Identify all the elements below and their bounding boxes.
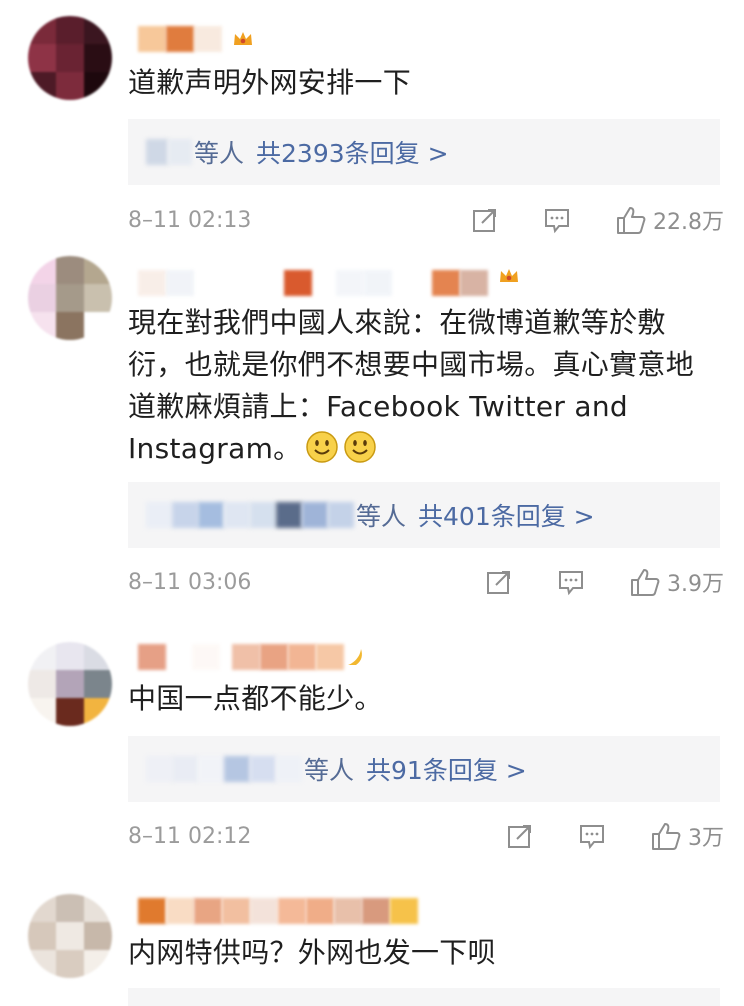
like-button[interactable]: 3.9万: [629, 566, 724, 598]
replier-names-blurred: [146, 754, 302, 784]
repost-button[interactable]: [506, 822, 534, 850]
reply-summary[interactable]: 等人 共2393条回复 >: [128, 119, 720, 185]
repost-icon: [508, 825, 531, 848]
username-blurred[interactable]: [138, 640, 366, 674]
comment-icon: [545, 209, 569, 234]
replier-names-blurred: [146, 500, 354, 530]
comment-text: 現在對我們中國人來說：在微博道歉等於敷衍，也就是你們不想要中國市場。真心實意地道…: [128, 302, 718, 470]
reply-who: 等人: [356, 502, 407, 531]
reply-count[interactable]: 共2393条回复 >: [256, 134, 449, 170]
smile-emoji-icon: [306, 431, 339, 463]
repost-button[interactable]: [471, 206, 499, 234]
repost-icon: [473, 209, 496, 232]
avatar[interactable]: [28, 642, 112, 726]
like-icon: [631, 569, 660, 596]
avatar[interactable]: [28, 256, 112, 340]
username-blurred[interactable]: [138, 22, 254, 56]
timestamp: 8–11 03:06: [128, 569, 252, 595]
avatar[interactable]: [28, 16, 112, 100]
badge-icon: [348, 649, 362, 665]
comment-button[interactable]: [543, 206, 571, 234]
replier-names-blurred: [146, 137, 192, 167]
timestamp: 8–11 02:13: [128, 207, 252, 233]
comment-button[interactable]: [578, 822, 606, 850]
comment-icon: [580, 825, 604, 850]
reply-count[interactable]: 共401条回复 >: [418, 497, 595, 533]
comment-meta: 8–11 03:06 3.9万: [128, 564, 724, 600]
reply-summary-partial[interactable]: [128, 988, 720, 1006]
timestamp: 8–11 02:12: [128, 823, 252, 849]
crown-icon: [234, 32, 252, 45]
like-icon: [617, 207, 646, 234]
reply-who: 等人: [304, 756, 355, 785]
like-button[interactable]: 3万: [650, 820, 724, 852]
smile-emoji-icon: [344, 431, 377, 463]
like-count: 3.9万: [667, 572, 724, 597]
comment-text-content: 現在對我們中國人來說：在微博道歉等於敷衍，也就是你們不想要中國市場。真心實意地道…: [128, 306, 695, 465]
comment-text: 中国一点都不能少。: [128, 682, 383, 715]
comment-meta: 8–11 02:13 22.8万: [128, 202, 724, 238]
avatar[interactable]: [28, 894, 112, 978]
comment-button[interactable]: [557, 568, 585, 596]
comment-text: 内网特供吗？外网也发一下呗: [128, 936, 496, 969]
reply-who: 等人: [194, 139, 245, 168]
reply-summary[interactable]: 等人 共91条回复 >: [128, 736, 720, 802]
repost-button[interactable]: [485, 568, 513, 596]
username-blurred[interactable]: [138, 894, 418, 928]
comment-text: 道歉声明外网安排一下: [128, 66, 412, 99]
crown-icon: [500, 269, 518, 282]
reply-summary[interactable]: 等人 共401条回复 >: [128, 482, 720, 548]
reply-count[interactable]: 共91条回复 >: [366, 751, 527, 787]
repost-icon: [487, 571, 510, 594]
like-icon: [652, 823, 681, 850]
like-count: 22.8万: [653, 210, 724, 235]
like-button[interactable]: 22.8万: [615, 204, 724, 236]
username-blurred[interactable]: [138, 266, 520, 300]
comment-icon: [559, 571, 583, 596]
like-count: 3万: [688, 826, 724, 851]
comment-meta: 8–11 02:12 3万: [128, 818, 724, 854]
